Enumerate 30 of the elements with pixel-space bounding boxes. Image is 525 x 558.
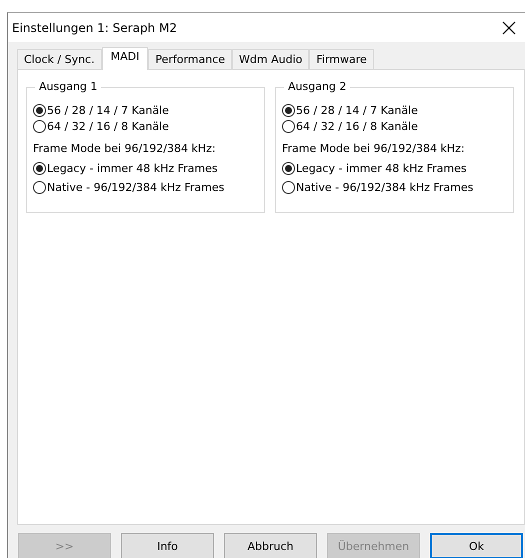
radio-label[interactable]: 56 / 28 / 14 / 7 Kanäle	[47, 104, 169, 116]
radio-button[interactable]	[33, 104, 46, 116]
dialog-button[interactable]: Ok	[430, 533, 523, 558]
tab[interactable]: Performance	[148, 49, 232, 69]
radio-button[interactable]	[282, 162, 295, 175]
frame-mode-label: Frame Mode bei 96/192/384 kHz:	[282, 142, 466, 155]
radio-label[interactable]: Native - 96/192/384 kHz Frames	[47, 181, 224, 194]
frame-mode-label: Frame Mode bei 96/192/384 kHz:	[33, 142, 217, 155]
tab[interactable]: Clock / Sync.	[17, 49, 102, 69]
window-title: Einstellungen 1: Seraph M2	[12, 20, 177, 34]
radio-label[interactable]: 64 / 32 / 16 / 8 Kanäle	[47, 120, 169, 132]
close-icon[interactable]	[502, 20, 516, 34]
group-legend: Ausgang 1	[35, 80, 102, 93]
tab[interactable]: Firmware	[309, 49, 374, 69]
radio-button[interactable]	[282, 120, 295, 132]
tab[interactable]: Wdm Audio	[232, 49, 310, 69]
radio-label[interactable]: Legacy - immer 48 kHz Frames	[47, 162, 218, 175]
radio-button[interactable]	[33, 162, 46, 175]
dialog-button[interactable]: Info	[121, 533, 214, 558]
radio-button[interactable]	[282, 181, 295, 194]
radio-button[interactable]	[282, 104, 295, 116]
radio-label[interactable]: 56 / 28 / 14 / 7 Kanäle	[296, 104, 418, 116]
dialog-button[interactable]: Abbruch	[224, 533, 317, 558]
radio-button[interactable]	[33, 120, 46, 132]
radio-label[interactable]: Legacy - immer 48 kHz Frames	[296, 162, 467, 175]
group-legend: Ausgang 2	[284, 80, 350, 93]
radio-label[interactable]: Native - 96/192/384 kHz Frames	[296, 181, 474, 194]
tab[interactable]: MADI	[102, 47, 148, 70]
radio-label[interactable]: 64 / 32 / 16 / 8 Kanäle	[296, 120, 418, 132]
radio-button[interactable]	[33, 181, 46, 194]
